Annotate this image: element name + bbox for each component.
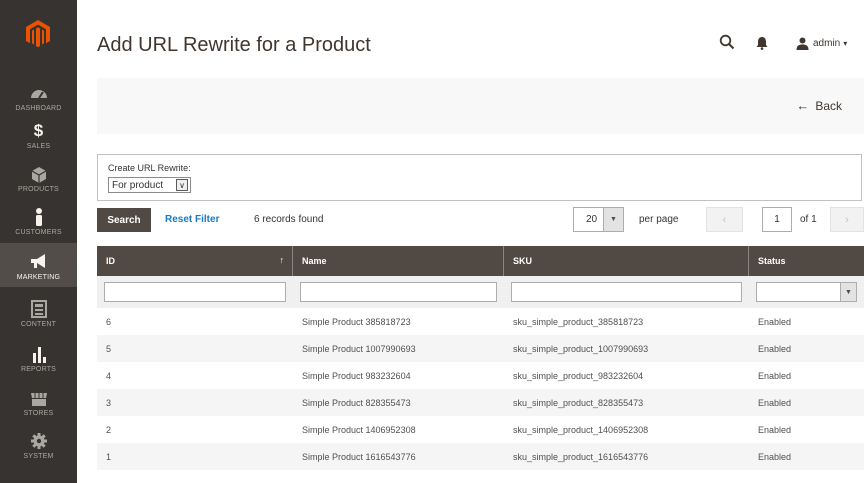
dashboard-icon bbox=[27, 82, 51, 104]
table-row[interactable]: 2 Simple Product 1406952308 sku_simple_p… bbox=[97, 416, 864, 443]
cell-status: Enabled bbox=[758, 370, 792, 381]
column-header-sku[interactable]: SKU bbox=[504, 246, 749, 276]
per-page-value: 20 bbox=[586, 214, 598, 225]
arrow-left-icon: ← bbox=[796, 98, 810, 113]
search-icon[interactable] bbox=[719, 34, 735, 50]
column-header-label: ID bbox=[106, 256, 115, 266]
user-icon bbox=[796, 37, 809, 50]
bell-icon[interactable] bbox=[756, 36, 768, 50]
column-header-label: SKU bbox=[513, 256, 533, 266]
table-row[interactable]: 4 Simple Product 983232604 sku_simple_pr… bbox=[97, 362, 864, 389]
cell-name: Simple Product 1406952308 bbox=[302, 424, 416, 435]
status-filter-select[interactable]: ▼ bbox=[756, 282, 857, 302]
cell-name: Simple Product 1616543776 bbox=[302, 451, 416, 462]
admin-sidebar: DASHBOARD $ SALES PRODUCTS CUSTOMERS MAR… bbox=[0, 0, 77, 483]
chevron-left-icon: ‹ bbox=[722, 213, 727, 226]
cell-sku: sku_simple_product_828355473 bbox=[513, 397, 644, 408]
cell-id: 2 bbox=[106, 424, 112, 435]
sidebar-item-label: SYSTEM bbox=[23, 453, 54, 460]
grid-header-row: ID ↑ Name SKU Status bbox=[97, 246, 864, 276]
reset-filter-link[interactable]: Reset Filter bbox=[165, 214, 219, 225]
cell-id: 5 bbox=[106, 343, 112, 354]
magento-logo-icon[interactable] bbox=[26, 20, 50, 48]
store-icon bbox=[27, 387, 51, 409]
sidebar-item-label: MARKETING bbox=[16, 274, 61, 281]
cell-id: 4 bbox=[106, 370, 112, 381]
chevron-down-icon: ∨ bbox=[176, 179, 188, 191]
admin-username: admin bbox=[813, 37, 841, 49]
table-row[interactable]: 3 Simple Product 828355473 sku_simple_pr… bbox=[97, 389, 864, 416]
admin-user-menu[interactable]: admin ▾ bbox=[796, 34, 847, 52]
sidebar-item-label: SALES bbox=[26, 143, 51, 150]
chevron-right-icon: › bbox=[845, 213, 849, 226]
cell-name: Simple Product 983232604 bbox=[302, 370, 411, 381]
sidebar-item-system[interactable]: SYSTEM bbox=[0, 430, 77, 483]
cell-status: Enabled bbox=[758, 424, 792, 435]
table-row[interactable]: 6 Simple Product 385818723 sku_simple_pr… bbox=[97, 308, 864, 335]
megaphone-icon bbox=[27, 251, 51, 273]
cell-id: 1 bbox=[106, 451, 112, 462]
cell-status: Enabled bbox=[758, 316, 792, 327]
page-actions-bar: ← Back bbox=[97, 78, 864, 134]
cell-status: Enabled bbox=[758, 397, 792, 408]
products-grid: ID ↑ Name SKU Status ▼ 6 Simple Product … bbox=[97, 246, 864, 470]
cell-sku: sku_simple_product_983232604 bbox=[513, 370, 644, 381]
chevron-down-icon: ▼ bbox=[840, 283, 856, 301]
sku-filter-input[interactable] bbox=[511, 282, 742, 302]
cell-sku: sku_simple_product_385818723 bbox=[513, 316, 644, 327]
column-header-label: Status bbox=[758, 256, 786, 266]
cell-id: 3 bbox=[106, 397, 112, 408]
sidebar-item-label: DASHBOARD bbox=[15, 105, 62, 112]
cell-name: Simple Product 1007990693 bbox=[302, 343, 416, 354]
cell-name: Simple Product 385818723 bbox=[302, 316, 411, 327]
create-url-rewrite-label: Create URL Rewrite: bbox=[108, 163, 191, 173]
chevron-down-icon: ▼ bbox=[603, 208, 623, 231]
next-page-button[interactable]: › bbox=[830, 207, 864, 232]
bar-chart-icon bbox=[27, 343, 51, 365]
page-title: Add URL Rewrite for a Product bbox=[97, 34, 371, 56]
search-button[interactable]: Search bbox=[97, 208, 151, 232]
cell-sku: sku_simple_product_1406952308 bbox=[513, 424, 649, 435]
create-url-rewrite-panel: Create URL Rewrite: For product ∨ bbox=[97, 154, 862, 201]
box-icon bbox=[27, 163, 51, 185]
sidebar-item-label: REPORTS bbox=[20, 366, 57, 373]
gear-icon bbox=[27, 430, 51, 452]
back-button-label: Back bbox=[815, 98, 842, 113]
sort-arrow-icon: ↑ bbox=[279, 255, 285, 265]
sidebar-item-marketing[interactable]: MARKETING bbox=[0, 243, 77, 287]
per-page-label: per page bbox=[639, 214, 679, 225]
column-header-status[interactable]: Status bbox=[749, 246, 864, 276]
cell-sku: sku_simple_product_1616543776 bbox=[513, 451, 649, 462]
column-header-label: Name bbox=[302, 256, 327, 266]
person-icon bbox=[27, 206, 51, 228]
dollar-icon: $ bbox=[33, 121, 44, 140]
previous-page-button[interactable]: ‹ bbox=[706, 207, 743, 232]
layout-icon bbox=[27, 298, 51, 320]
cell-status: Enabled bbox=[758, 451, 792, 462]
cell-status: Enabled bbox=[758, 343, 792, 354]
sidebar-item-label: STORES bbox=[23, 410, 54, 417]
total-pages-label: of 1 bbox=[800, 214, 817, 225]
name-filter-input[interactable] bbox=[300, 282, 497, 302]
id-filter-input[interactable] bbox=[104, 282, 286, 302]
column-header-id[interactable]: ID ↑ bbox=[97, 246, 293, 276]
sidebar-item-label: CONTENT bbox=[20, 321, 57, 328]
cell-sku: sku_simple_product_1007990693 bbox=[513, 343, 649, 354]
per-page-select[interactable]: 20 ▼ bbox=[573, 207, 624, 232]
back-button[interactable]: ← Back bbox=[796, 98, 842, 113]
column-header-name[interactable]: Name bbox=[293, 246, 504, 276]
records-found-count: 6 records found bbox=[254, 214, 324, 225]
cell-name: Simple Product 828355473 bbox=[302, 397, 411, 408]
sidebar-item-label: PRODUCTS bbox=[18, 186, 59, 193]
table-row[interactable]: 1 Simple Product 1616543776 sku_simple_p… bbox=[97, 443, 864, 470]
table-row[interactable]: 5 Simple Product 1007990693 sku_simple_p… bbox=[97, 335, 864, 362]
current-page-input[interactable]: 1 bbox=[762, 207, 792, 232]
grid-filter-row: ▼ bbox=[97, 276, 864, 308]
create-url-rewrite-value: For product bbox=[112, 179, 164, 191]
sidebar-item-label: CUSTOMERS bbox=[15, 229, 62, 236]
create-url-rewrite-select[interactable]: For product ∨ bbox=[108, 177, 191, 193]
cell-id: 6 bbox=[106, 316, 112, 327]
caret-down-icon: ▾ bbox=[843, 38, 848, 48]
